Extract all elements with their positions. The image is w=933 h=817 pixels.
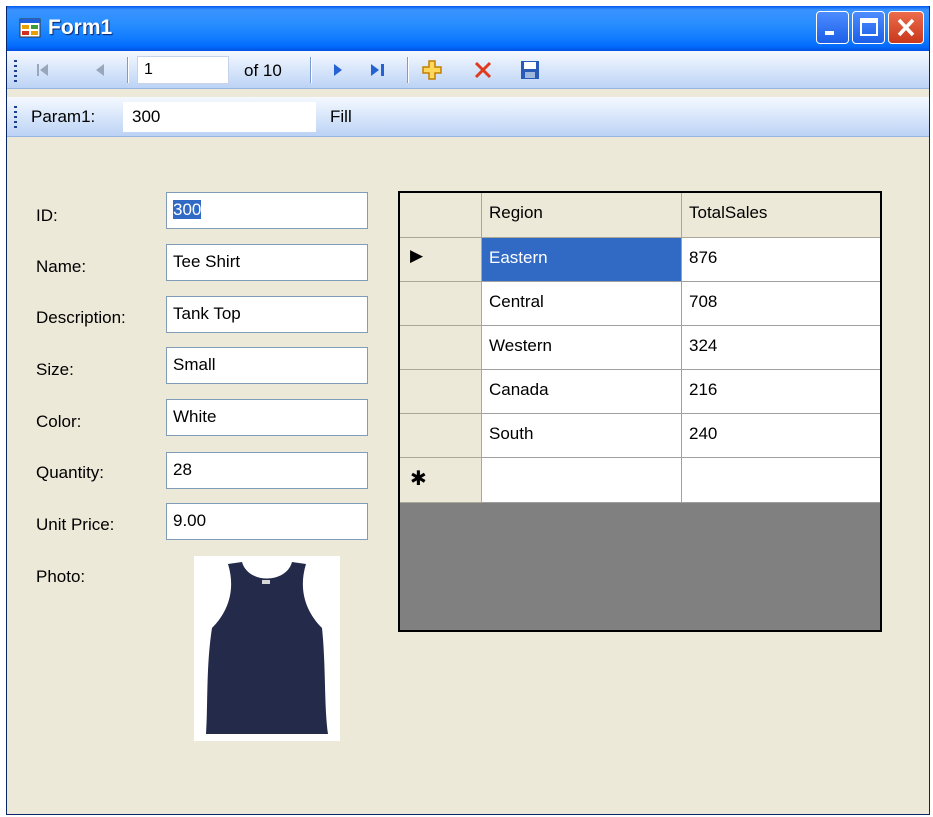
color-field[interactable]: White [166,399,368,436]
cell-totalsales[interactable]: 876 [682,238,880,282]
row-header[interactable] [400,282,482,326]
row-header-new[interactable]: ✱ [400,458,482,503]
row-header[interactable] [400,326,482,370]
cell-region[interactable]: Western [482,326,682,370]
fill-toolbar: Param1: 300 Fill [7,97,929,137]
cell-totalsales[interactable]: 708 [682,282,880,326]
delete-icon[interactable] [472,59,494,81]
cell-totalsales[interactable]: 216 [682,370,880,414]
position-input[interactable]: 1 [137,56,229,84]
tank-top-image [206,562,328,734]
new-row-cell-region[interactable] [482,458,682,503]
save-icon[interactable] [519,59,541,81]
id-field-value: 300 [173,200,202,219]
name-field[interactable]: Tee Shirt [166,244,368,281]
description-label: Description: [36,308,126,327]
color-label: Color: [36,412,82,431]
description-field[interactable]: Tank Top [166,296,368,333]
param1-input[interactable]: 300 [123,102,316,132]
row-header[interactable] [400,414,482,458]
column-header-totalsales[interactable]: TotalSales [682,193,880,238]
title-bar[interactable]: Form1 [7,6,929,51]
id-label: ID: [36,206,58,225]
cell-totalsales[interactable]: 240 [682,414,880,458]
size-field[interactable]: Small [166,347,368,384]
unit-price-field[interactable]: 9.00 [166,503,368,540]
move-previous-icon[interactable] [91,61,109,79]
name-label: Name: [36,257,87,276]
close-button[interactable] [888,11,924,44]
form-app-icon [19,18,41,38]
maximize-button[interactable] [852,11,885,44]
toolbar-grip[interactable] [14,60,17,82]
toolbar-grip[interactable] [14,106,17,128]
close-icon [897,18,915,37]
move-next-icon[interactable] [329,61,347,79]
cell-region[interactable]: Eastern [482,238,682,282]
quantity-field[interactable]: 28 [166,452,368,489]
row-header[interactable] [400,370,482,414]
quantity-label: Quantity: [36,463,105,482]
window-title: Form1 [48,16,113,39]
param1-label: Param1: [31,107,96,126]
minimize-icon [825,31,834,35]
move-last-icon[interactable] [367,61,389,79]
cell-region[interactable]: Canada [482,370,682,414]
product-photo [194,556,340,741]
cell-totalsales[interactable]: 324 [682,326,880,370]
id-field[interactable]: 300 [166,192,368,229]
grid-corner-header[interactable] [400,193,482,238]
maximize-icon [860,18,878,36]
cell-region[interactable]: South [482,414,682,458]
new-row-cell-totalsales[interactable] [682,458,880,503]
photo-label: Photo: [36,567,86,586]
binding-navigator-toolbar: 1 of 10 [7,51,929,89]
fill-button[interactable]: Fill [330,107,352,127]
unit-price-label: Unit Price: [36,515,115,534]
add-new-icon[interactable] [421,59,443,81]
size-label: Size: [36,360,74,379]
form1-window: Form1 1 of 10 Param1: 300 Fill ID: 300 N… [6,6,930,815]
column-header-region[interactable]: Region [482,193,682,238]
cell-region[interactable]: Central [482,282,682,326]
row-header-current[interactable]: ▶ [400,238,482,282]
record-count-label: of 10 [244,61,282,80]
sales-data-grid[interactable]: Region TotalSales ▶ Eastern 876 Central … [398,191,882,632]
minimize-button[interactable] [816,11,849,44]
move-first-icon[interactable] [34,61,54,79]
